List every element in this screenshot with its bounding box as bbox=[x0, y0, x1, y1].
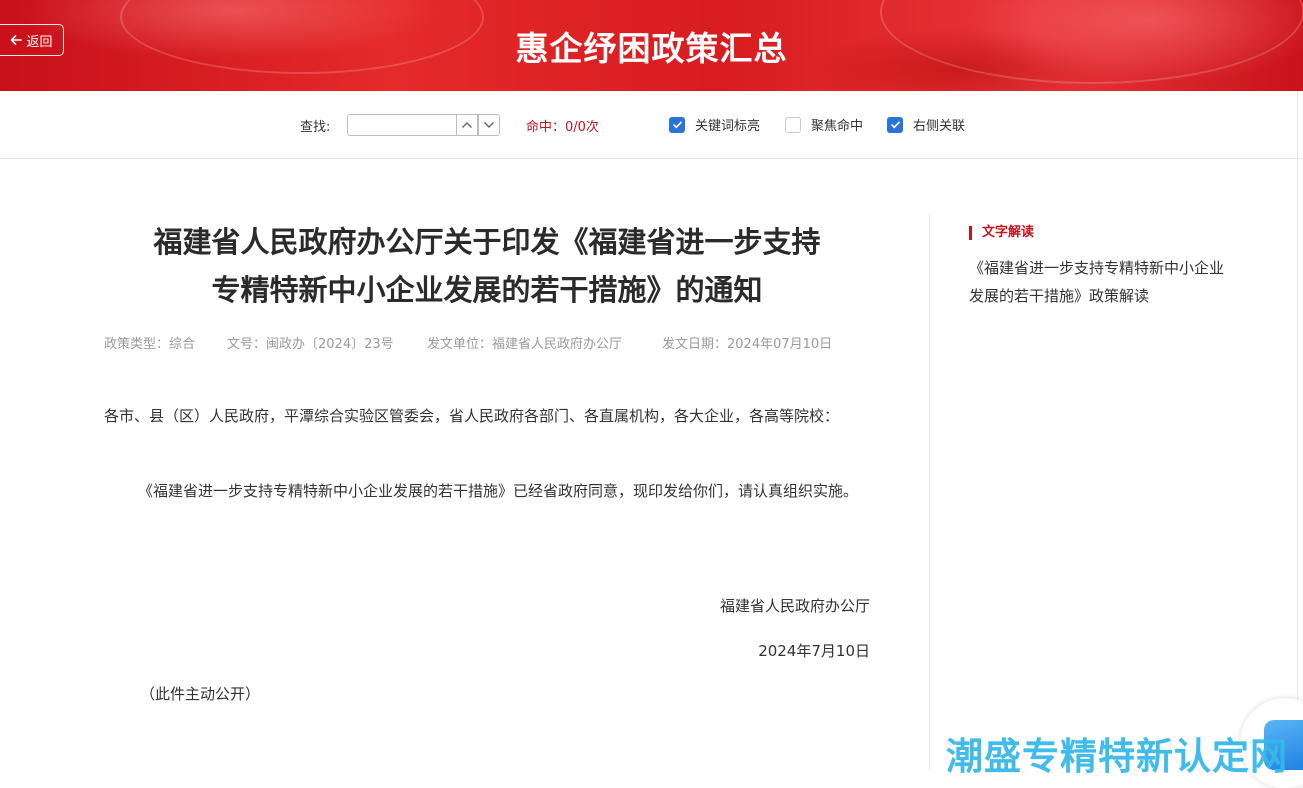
search-toolbar: 查找: 命中：0/0次 关键词标亮 聚焦命中 右侧关联 bbox=[0, 91, 1303, 159]
column-divider bbox=[929, 214, 930, 770]
article-title: 福建省人民政府办公厅关于印发《福建省进一步支持 专精特新中小企业发展的若干措施》… bbox=[104, 218, 870, 314]
page-title: 惠企纾困政策汇总 bbox=[515, 29, 788, 68]
meta-issuer: 发文单位：福建省人民政府办公厅 bbox=[427, 337, 623, 352]
publication-note: （此件主动公开） bbox=[140, 685, 261, 703]
right-related-checkbox[interactable]: 右侧关联 bbox=[887, 115, 965, 134]
meta-doc-number: 文号：闽政办〔2024〕23号 bbox=[227, 337, 394, 352]
salutation-paragraph: 各市、县（区）人民政府，平潭综合实验区管委会，省人民政府各部门、各直属机构，各大… bbox=[104, 407, 840, 425]
checkbox-checked-icon[interactable] bbox=[669, 116, 685, 133]
previous-hit-button[interactable] bbox=[456, 114, 478, 136]
body-paragraph: 《福建省进一步支持专精特新中小企业发展的若干措施》已经省政府同意，现印发给你们，… bbox=[138, 482, 859, 500]
sidebar-interpretation-link[interactable]: 《福建省进一步支持专精特新中小企业发展的若干措施》政策解读 bbox=[969, 254, 1225, 310]
chevron-up-icon bbox=[462, 122, 472, 128]
hit-counter: 命中：0/0次 bbox=[526, 120, 599, 135]
meta-policy-type: 政策类型：综合 bbox=[104, 337, 196, 352]
article-title-line: 福建省人民政府办公厅关于印发《福建省进一步支持 bbox=[153, 225, 821, 259]
signature-issuer: 福建省人民政府办公厅 bbox=[719, 597, 870, 615]
search-input[interactable] bbox=[347, 114, 457, 136]
signature-date: 2024年7月10日 bbox=[758, 642, 870, 660]
keyword-highlight-label: 关键词标亮 bbox=[695, 119, 761, 134]
scrollbar-track bbox=[1297, 91, 1298, 770]
search-label: 查找: bbox=[300, 120, 331, 135]
chevron-down-icon bbox=[484, 122, 494, 128]
next-hit-button[interactable] bbox=[478, 114, 500, 136]
checkbox-unchecked-icon[interactable] bbox=[785, 116, 801, 133]
focus-hit-label: 聚焦命中 bbox=[811, 119, 864, 134]
focus-hit-checkbox[interactable]: 聚焦命中 bbox=[785, 115, 863, 134]
article-title-line: 专精特新中小企业发展的若干措施》的通知 bbox=[211, 273, 763, 307]
sidebar-heading: 文字解读 bbox=[969, 226, 1034, 240]
right-related-label: 右侧关联 bbox=[913, 119, 966, 134]
checkbox-checked-icon[interactable] bbox=[887, 116, 903, 133]
watermark-text: 潮盛专精特新认定网 bbox=[946, 735, 1288, 778]
keyword-highlight-checkbox[interactable]: 关键词标亮 bbox=[669, 115, 760, 134]
meta-date: 发文日期：2024年07月10日 bbox=[662, 337, 833, 352]
header-banner: 返回 惠企纾困政策汇总 bbox=[0, 0, 1303, 91]
